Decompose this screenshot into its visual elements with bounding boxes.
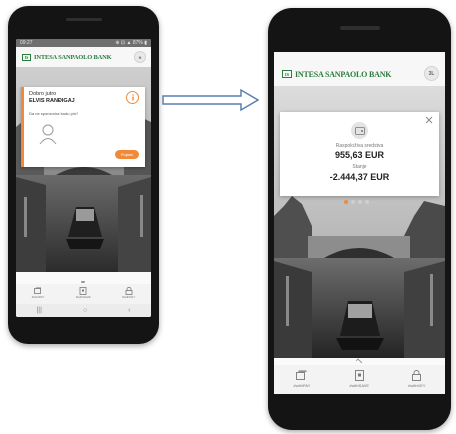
greeting-text: Dobro jutro xyxy=(29,91,57,97)
pay-icon xyxy=(34,287,42,294)
lock-icon xyxy=(125,287,133,295)
nav-label: #withPAY xyxy=(31,295,45,299)
speaker-grille xyxy=(340,26,380,30)
wallet-icon-badge xyxy=(351,122,368,139)
pager-dot[interactable] xyxy=(351,200,355,204)
nav-item-withsave[interactable]: #withSAVE xyxy=(76,287,91,299)
info-button[interactable] xyxy=(126,91,139,104)
pager-dot-active[interactable] xyxy=(344,200,348,204)
nav-item-withkey[interactable]: #withKEY xyxy=(122,287,135,299)
available-label: Raspoloživa sredstva xyxy=(335,143,384,149)
left-phone-screen: 09:27 ⊕ ⊡ ▲ 87% ▮ IS INTESA SANPAOLO BAN… xyxy=(16,39,151,317)
bank-name: INTESA SANPAOLO BANK xyxy=(295,69,392,79)
balance-label: Stanje xyxy=(352,164,367,170)
nav-item-withpay[interactable]: #withPAY xyxy=(293,370,311,388)
nav-label: #withSAVE xyxy=(349,383,370,388)
app-header: IS INTESA SANPAOLO BANK ft xyxy=(16,47,151,67)
back-icon[interactable]: ‹ xyxy=(128,307,130,314)
profile-avatar[interactable]: 3L xyxy=(424,66,439,81)
left-phone: 09:27 ⊕ ⊡ ▲ 87% ▮ IS INTESA SANPAOLO BAN… xyxy=(8,6,159,344)
card-question: Da ne sponzorira budu pin? xyxy=(29,111,79,116)
nav-label: #withSAVE xyxy=(75,295,91,299)
user-outline-icon xyxy=(39,124,57,145)
available-value: 955,63 EUR xyxy=(334,150,385,160)
pager-dot[interactable] xyxy=(358,200,362,204)
speaker-grille xyxy=(66,18,102,21)
nav-label: #withKEY xyxy=(122,295,136,299)
pager-dots xyxy=(344,200,369,204)
balance-value: -2.444,37 EUR xyxy=(329,172,390,182)
recent-apps-icon[interactable]: ||| xyxy=(36,307,41,314)
wallet-icon xyxy=(354,127,365,135)
nav-item-withkey[interactable]: #withKEY xyxy=(408,370,425,388)
save-icon xyxy=(354,370,364,381)
status-bar: 09:27 ⊕ ⊡ ▲ 87% ▮ xyxy=(16,39,151,47)
greeting-card: Dobro jutro ELVIS RANĐIGAJ Da ne sponzor… xyxy=(21,87,145,167)
home-icon[interactable]: ○ xyxy=(83,307,87,314)
chevron-up-icon[interactable] xyxy=(355,358,363,365)
balance-card: Raspoloživa sredstva 955,63 EUR Stanje -… xyxy=(280,112,439,196)
bank-logo-icon: IS xyxy=(282,70,292,78)
transition-arrow-icon xyxy=(162,88,260,112)
nav-label: #withPAY xyxy=(293,383,311,388)
right-phone-screen: IS INTESA SANPAOLO BANK 3L Raspoloživa s… xyxy=(274,52,445,394)
status-time: 09:27 xyxy=(20,40,33,46)
bank-name: INTESA SANPAOLO BANK xyxy=(34,53,112,61)
user-name: ELVIS RANĐIGAJ xyxy=(29,98,75,104)
system-nav-bar: ||| ○ ‹ xyxy=(16,304,151,317)
app-header: IS INTESA SANPAOLO BANK 3L xyxy=(274,62,445,86)
profile-avatar[interactable]: ft xyxy=(134,51,146,63)
drag-handle[interactable] xyxy=(81,281,85,283)
save-icon xyxy=(79,287,87,295)
pager-dot[interactable] xyxy=(365,200,369,204)
bank-logo-icon: IS xyxy=(22,53,31,61)
confirm-button[interactable]: Pojami xyxy=(115,150,139,159)
info-icon xyxy=(131,94,134,101)
bottom-nav: #withPAY #withSAVE #withKEY xyxy=(16,284,151,304)
nav-label: #withKEY xyxy=(408,383,426,388)
right-phone: IS INTESA SANPAOLO BANK 3L Raspoloživa s… xyxy=(268,8,451,430)
close-icon[interactable] xyxy=(425,116,433,124)
status-bar xyxy=(274,52,445,62)
nav-item-withsave[interactable]: #withSAVE xyxy=(349,370,369,388)
lock-icon xyxy=(412,370,422,381)
bottom-nav: #withPAY #withSAVE #withKEY xyxy=(274,365,445,394)
nav-item-withpay[interactable]: #withPAY xyxy=(31,287,45,299)
pay-icon xyxy=(296,370,307,380)
status-icons: ⊕ ⊡ ▲ 87% ▮ xyxy=(115,40,147,46)
